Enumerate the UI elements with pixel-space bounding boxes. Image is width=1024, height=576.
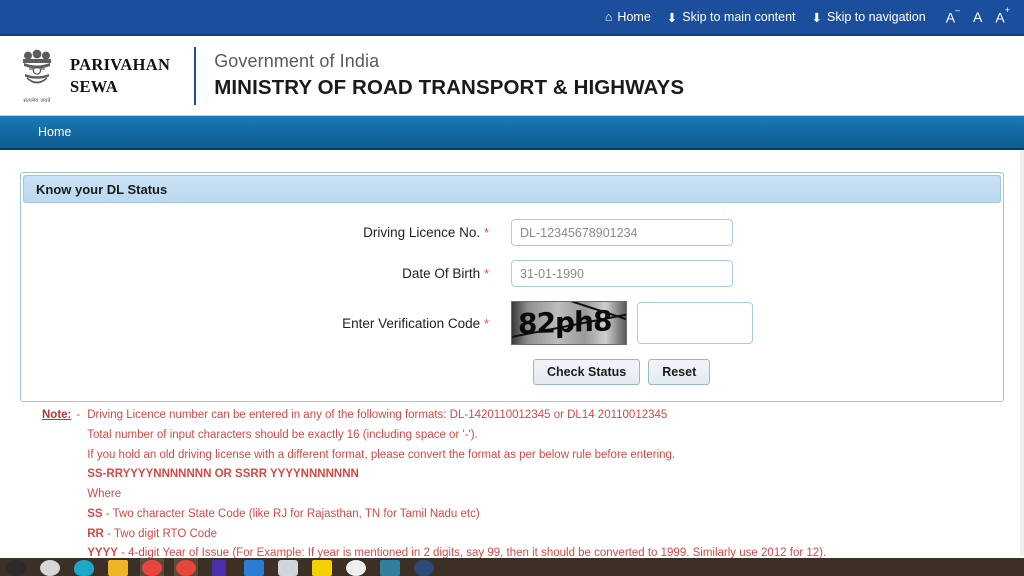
font-size-controls: A– A A+ [942,5,1010,24]
form-buttons: Check Status Reset [511,359,1003,385]
skip-nav-label: Skip to navigation [827,10,926,24]
arrow-down-icon: ⬇ [811,10,822,25]
emblem-motto: सत्यमेव जयते [23,98,51,104]
form-row-verification-code: Enter Verification Code * 82ph8 [21,301,1003,345]
brand-line-2: SEWA [70,76,118,96]
os-taskbar [0,558,1024,576]
verification-code-input[interactable] [637,302,753,344]
definition-code: SS [87,507,103,520]
note-where-label: Where [87,488,122,501]
taskbar-start-icon[interactable] [4,558,28,576]
font-size-increase-button[interactable]: A+ [995,5,1010,24]
form-row-date-of-birth: Date Of Birth * [21,260,1003,287]
date-of-birth-input[interactable] [511,260,733,287]
definition-text: - Two character State Code (like RJ for … [102,507,480,520]
panel-title: Know your DL Status [23,175,1001,203]
arrow-down-icon: ⬇ [666,10,678,25]
taskbar-app-white-icon[interactable] [344,558,368,576]
form-row-driving-licence: Driving Licence No. * [21,219,1003,246]
header-divider [194,46,197,105]
note-line: Total number of input characters should … [87,428,478,441]
national-emblem-icon: सत्यमेव जयते [14,43,60,109]
definition-text: - Two digit RTO Code [103,527,217,540]
note-format-rule: SS-RRYYYYNNNNNNN OR SSRR YYYYNNNNNNN [87,468,359,481]
taskbar-app-teal-icon[interactable] [378,558,402,576]
font-size-normal-button[interactable]: A [973,10,982,24]
taskbar-app-purple-icon[interactable] [208,558,232,576]
note-line: If you hold an old driving license with … [87,448,676,461]
note-lines: Driving Licence number can be entered in… [87,406,826,564]
taskbar-app-navy-icon[interactable] [412,558,436,576]
taskbar-file-explorer-icon[interactable] [106,558,130,576]
taskbar-search-icon[interactable] [38,558,62,576]
dl-status-form: Driving Licence No. * Date Of Birth * En… [21,205,1003,401]
site-header: सत्यमेव जयते PARIVAHAN SEWA Government o… [0,36,1024,116]
home-icon: ⌂ [604,10,613,24]
skip-main-label: Skip to main content [682,10,796,24]
taskbar-chrome-active-icon[interactable] [174,558,198,576]
check-status-button[interactable]: Check Status [533,359,641,385]
captcha-image: 82ph8 [511,301,627,345]
notes-section: Note: - Driving Licence number can be en… [20,406,1004,564]
font-size-decrease-button[interactable]: A– [946,5,960,24]
required-marker: * [483,225,489,240]
required-marker: * [483,315,489,331]
know-your-dl-status-panel: Know your DL Status Driving Licence No. … [20,172,1004,402]
brand-name: PARIVAHAN SEWA [70,54,170,96]
taskbar-app-grey-icon[interactable] [276,558,300,576]
driving-licence-input[interactable] [511,219,733,246]
page-scrollbar[interactable] [1020,150,1024,556]
verification-code-label: Enter Verification Code * [342,315,489,331]
ministry-title: MINISTRY OF ROAD TRANSPORT & HIGHWAYS [214,76,685,100]
header-titles: Government of India MINISTRY OF ROAD TRA… [214,50,684,101]
note-dash: - [76,409,81,421]
brand-line-1: PARIVAHAN [70,55,171,75]
topbar-home-label: Home [617,10,651,24]
captcha-group: 82ph8 [511,301,753,345]
main-navigation: Home [0,116,1024,150]
date-of-birth-label: Date Of Birth * [402,266,489,281]
driving-licence-label: Driving Licence No. * [363,225,489,240]
note-line: Driving Licence number can be entered in… [87,409,668,421]
note-definition: RR - Two digit RTO Code [87,525,826,545]
main-content: Know your DL Status Driving Licence No. … [0,150,1024,565]
taskbar-chrome-icon[interactable] [140,558,164,576]
reset-button[interactable]: Reset [648,359,711,385]
nav-item-home[interactable]: Home [28,121,81,143]
taskbar-app-blue-icon[interactable] [242,558,266,576]
skip-to-navigation-link[interactable]: ⬇ Skip to navigation [812,10,926,25]
top-utility-bar: ⌂ Home ⬇ Skip to main content ⬇ Skip to … [0,0,1024,36]
government-of-india-label: Government of India [214,50,380,71]
required-marker: * [483,266,489,281]
skip-to-main-content-link[interactable]: ⬇ Skip to main content [667,10,796,25]
definition-code: RR [87,527,104,540]
note-label: Note: [42,409,72,421]
taskbar-app-yellow-icon[interactable] [310,558,334,576]
topbar-home-link[interactable]: ⌂ Home [605,10,651,24]
taskbar-edge-icon[interactable] [72,558,96,576]
note-definition: SS - Two character State Code (like RJ f… [87,505,826,525]
